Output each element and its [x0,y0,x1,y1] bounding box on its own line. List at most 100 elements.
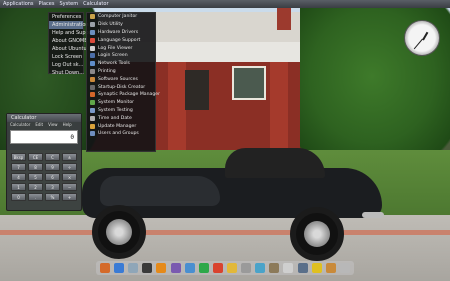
network-icon [90,61,95,67]
submenu-item[interactable]: Synaptic Package Manager [87,91,160,99]
text-editor-icon[interactable] [283,263,294,273]
settings-icon[interactable] [241,263,252,273]
front-door [185,70,209,110]
submenu-item-label: Startup-Disk Creator [98,84,146,90]
submenu-item[interactable]: Users and Groups [87,130,155,138]
calculator-key[interactable]: − [62,183,77,191]
calculator-key[interactable]: + [62,193,77,201]
calculator-key[interactable]: 1 [11,183,26,191]
car-front-wheel [92,205,146,259]
calculator-key[interactable]: ÷ [62,163,77,171]
system-menu[interactable]: System [59,0,78,8]
menu-item-shut-down[interactable]: Shut Down... [49,69,84,77]
submenu-item-label: Users and Groups [98,131,139,137]
mail-icon[interactable] [184,263,195,273]
monitor-icon[interactable] [297,263,308,273]
system-dropdown-menu: Preferences Administration Help and Supp… [48,12,96,77]
calc-menu-help[interactable]: Help [63,122,72,128]
submenu-item-label: System Testing [98,107,133,113]
trash-icon[interactable] [339,263,350,273]
chrome-icon[interactable] [212,263,223,273]
calc-menu-view[interactable]: View [48,122,58,128]
gimp-icon[interactable] [269,263,280,273]
game-icon[interactable] [311,263,322,273]
submenu-item[interactable]: Login Screen [87,52,155,60]
calculator-display: 0 [10,130,78,144]
submenu-item-label: Log File Viewer [98,45,133,51]
calculator-key[interactable]: 2 [28,183,43,191]
broom-icon [90,14,95,20]
flag-icon [90,37,95,43]
submenu-item-label: Update Manager [98,123,137,129]
menu-item-lock-screen[interactable]: Lock Screen [49,53,83,61]
submenu-item[interactable]: Computer Janitor [87,13,155,21]
menu-item-about-gnome[interactable]: About GNOME [49,37,87,45]
calculator-key[interactable]: 0 [11,193,26,201]
chat-icon[interactable] [255,263,266,273]
calculator-window: Calculator Calculator Edit View Help 0 B… [6,113,82,211]
users-icon [90,131,95,137]
submenu-item[interactable]: Disk Utility [87,21,155,29]
calculator-key[interactable]: 8 [28,163,43,171]
calculator-key[interactable]: 4 [11,173,26,181]
calculator-key[interactable]: 7 [11,163,26,171]
calculator-key[interactable]: C [45,153,60,161]
synaptic-icon [90,92,95,98]
calc-menu-calculator[interactable]: Calculator [10,122,30,128]
calculator-launcher[interactable]: Calculator [83,0,108,8]
document-icon [90,45,95,51]
calculator-titlebar[interactable]: Calculator [7,114,81,122]
administration-submenu: Computer Janitor Disk Utility Hardware Dri… [86,12,160,152]
calculator-key[interactable]: CE [28,153,43,161]
printer-icon [90,68,95,74]
submenu-item[interactable]: Hardware Drivers [87,29,155,37]
calculator-key[interactable]: 3 [45,183,60,191]
submenu-item-label: Time and Date [98,115,132,121]
submenu-item[interactable]: System Testing [87,107,155,115]
home-folder-icon[interactable] [100,263,110,273]
calculator-key[interactable]: 6 [45,173,60,181]
menu-item-log-out[interactable]: Log Out sk... [49,61,83,69]
submenu-item[interactable]: Language Support [87,36,155,44]
photos-icon[interactable] [226,263,237,273]
calculator-key[interactable]: Bksp [11,153,26,161]
clock-widget [404,20,440,56]
calculator-key[interactable]: ± [62,153,77,161]
calculator-key[interactable]: . [28,193,43,201]
calculator-key[interactable]: × [62,173,77,181]
firefox-icon[interactable] [114,263,125,273]
submenu-item-label: Network Tools [98,61,130,67]
submenu-item[interactable]: Log File Viewer [87,44,155,52]
menu-item-help[interactable]: Help and Support [49,29,96,37]
submenu-item[interactable]: Time and Date [87,114,155,122]
menu-item-administration[interactable]: Administration [49,21,89,29]
chimney [277,8,291,30]
package-icon[interactable] [325,263,336,273]
submenu-item[interactable]: Update Manager [87,122,155,130]
submenu-item[interactable]: Printing [87,68,155,76]
submenu-item[interactable]: Network Tools [87,60,155,68]
submenu-item[interactable]: Startup-Disk Creator [87,83,155,91]
music-icon[interactable] [198,263,209,273]
vlc-icon[interactable] [156,263,167,273]
menu-item-about-ubuntu[interactable]: About Ubuntu [49,45,87,53]
applications-menu[interactable]: Applications [3,0,34,8]
clock-hour-hand [422,31,429,41]
chart-icon [90,100,95,106]
files-icon[interactable] [128,263,139,273]
calc-menu-edit[interactable]: Edit [35,122,43,128]
usb-icon [90,84,95,90]
submenu-item[interactable]: System Monitor [87,99,155,107]
car-hood [100,176,220,206]
submenu-item-label: Disk Utility [98,22,123,28]
pidgin-icon[interactable] [170,263,181,273]
calculator-key[interactable]: 5 [28,173,43,181]
calculator-key[interactable]: % [45,193,60,201]
submenu-item[interactable]: Software Sources [87,75,155,83]
terminal-icon[interactable] [142,263,153,273]
places-menu[interactable]: Places [39,0,55,8]
calculator-key[interactable]: 9 [45,163,60,171]
house-roof [140,12,320,42]
menu-item-preferences[interactable]: Preferences [49,13,83,21]
porch-column [270,62,288,157]
